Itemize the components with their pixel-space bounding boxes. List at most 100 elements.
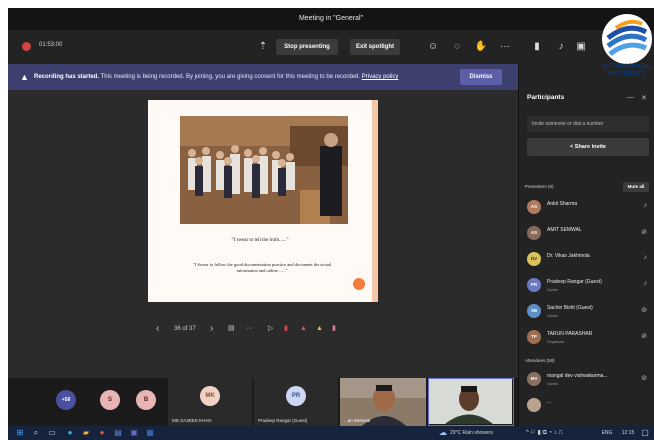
- participant-role: Guest: [547, 313, 558, 318]
- participant-avatar: TP: [527, 330, 541, 344]
- participant-row[interactable]: PR Pradeep Rangar (Guest) Guest ♪: [525, 276, 649, 298]
- windows-start-icon[interactable]: ⊞: [14, 428, 26, 438]
- participant-avatar: SB: [527, 304, 541, 318]
- pen-red-icon[interactable]: ▮: [284, 322, 288, 336]
- warning-icon: ▲: [20, 72, 29, 82]
- pin-icon[interactable]: ⇡: [256, 40, 270, 54]
- weather-text[interactable]: 29°C Rain showers: [450, 428, 524, 438]
- participant-tile[interactable]: MK MD SAJEED KHAN: [168, 378, 252, 426]
- presenters-section-label[interactable]: Presenters (6): [525, 184, 554, 189]
- participant-row[interactable]: MV mangal dev vishwakarma... Guest ⊘: [525, 370, 649, 392]
- store-icon[interactable]: ▤: [112, 428, 124, 438]
- participant-role: Organizer: [547, 339, 565, 344]
- mic-muted-icon: ⊘: [641, 375, 647, 382]
- participant-row[interactable]: TP TARUN PARASHAR Organizer ⊘: [525, 328, 649, 350]
- recording-indicator-icon: [22, 42, 31, 51]
- slide-decoration-dot: [353, 278, 365, 290]
- participant-video-speaking[interactable]: [428, 378, 514, 426]
- previous-slide-button[interactable]: ‹: [156, 322, 159, 336]
- eraser-icon[interactable]: ▮: [332, 322, 336, 336]
- participant-row[interactable]: AS Ankit Sharma ♪: [525, 198, 649, 220]
- slide-grid-icon[interactable]: ▤: [228, 322, 235, 336]
- highlighter-icon[interactable]: ▲: [316, 322, 323, 336]
- participant-initials-avatar: PR: [286, 386, 306, 406]
- participants-icon[interactable]: ☺: [426, 40, 440, 54]
- participant-tile[interactable]: PR Pradeep Rangar (Guest): [254, 378, 338, 426]
- participant-video[interactable]: ...an Semwal: [340, 378, 426, 426]
- pointer-icon[interactable]: ▷: [268, 322, 273, 336]
- raise-hand-icon[interactable]: ✋: [474, 40, 488, 54]
- privacy-policy-link[interactable]: Privacy policy: [362, 74, 399, 80]
- university-logo: UTTARANCHAL UNIVERSITY: [598, 14, 654, 84]
- participant-initials-avatar: MK: [200, 386, 220, 406]
- participant-row[interactable]: SB Sachin Bisht (Guest) Guest ⊘: [525, 302, 649, 324]
- window-title: Meeting in "General": [8, 8, 654, 30]
- task-view-icon[interactable]: ▭: [46, 428, 58, 438]
- chat-icon[interactable]: ◌: [450, 40, 464, 54]
- microphone-icon[interactable]: ♪: [554, 40, 568, 54]
- more-participants-badge[interactable]: +58: [56, 390, 76, 410]
- search-icon[interactable]: ⌕: [30, 428, 42, 438]
- clock[interactable]: 12:15: [618, 428, 638, 438]
- language-indicator[interactable]: ENG: [598, 428, 616, 438]
- microphone-icon: ♪: [643, 202, 648, 209]
- notification-icon[interactable]: ▢: [640, 428, 650, 438]
- microphone-icon: ♪: [643, 280, 648, 287]
- slide-page-indicator: 36 of 37: [174, 326, 196, 332]
- microphone-icon: ♪: [643, 254, 648, 261]
- teams-icon[interactable]: ▣: [128, 428, 140, 438]
- banner-message: Recording has started. This meeting is b…: [34, 64, 398, 90]
- logo-text: UTTARANCHAL UNIVERSITY: [603, 64, 651, 77]
- participant-avatar: MV: [527, 372, 541, 386]
- meeting-timer: 01:53:00: [39, 42, 63, 48]
- participant-avatar[interactable]: S: [100, 390, 120, 410]
- system-tray-icons[interactable]: ^ ⚐ ▮ ⧉ ◔ ♪ ⎍: [526, 428, 596, 438]
- slide-more-icon[interactable]: ···: [246, 322, 253, 336]
- exit-spotlight-button[interactable]: Exit spotlight: [350, 39, 400, 55]
- participant-avatar: PR: [527, 278, 541, 292]
- more-actions-icon[interactable]: ···: [498, 40, 512, 54]
- attendees-section-label[interactable]: Attendees (58): [525, 358, 555, 363]
- dismiss-button[interactable]: Dismiss: [460, 69, 502, 85]
- participant-row[interactable]: AS AMIT SEMWAL ⊘: [525, 224, 649, 246]
- pen-pink-icon[interactable]: ▲: [300, 322, 307, 336]
- share-icon: <: [570, 144, 574, 150]
- chrome-icon[interactable]: ●: [96, 428, 108, 438]
- participant-avatar: AS: [527, 200, 541, 214]
- panel-close-icon[interactable]: ✕: [641, 94, 647, 102]
- participants-title: Participants: [527, 94, 565, 101]
- participant-name: ...an Semwal: [344, 418, 371, 423]
- edge-icon[interactable]: ●: [64, 428, 76, 438]
- participant-name: Pradeep Rangar (Guest): [547, 279, 602, 285]
- video-strip: +58 S B MK MD SAJEED KHAN PR Pradeep Ran…: [8, 378, 518, 426]
- mic-muted-icon: ⊘: [641, 229, 647, 236]
- participant-name: Sachin Bisht (Guest): [547, 305, 593, 311]
- participant-row[interactable]: ...: [525, 396, 649, 418]
- file-explorer-icon[interactable]: ▰: [80, 428, 92, 438]
- participant-avatar: [527, 398, 541, 412]
- next-slide-button[interactable]: ›: [210, 322, 213, 336]
- participants-panel: Participants — ✕ Invite someone or dial …: [518, 64, 654, 426]
- presentation-slide: "I swear to tell the truth......" "I Swe…: [148, 100, 378, 302]
- panel-minimize-icon[interactable]: —: [627, 94, 634, 101]
- mute-all-button[interactable]: Mute all: [623, 182, 649, 192]
- slide-quote-2: "I Swear to follow the good documentatio…: [192, 262, 332, 273]
- participant-name: ...: [547, 399, 552, 405]
- banner-title: Recording has started.: [34, 74, 100, 80]
- share-tray-icon[interactable]: ▣: [574, 40, 588, 54]
- participant-avatar: AS: [527, 226, 541, 240]
- participant-name: Pradeep Rangar (Guest): [258, 418, 308, 423]
- invite-input[interactable]: Invite someone or dial a number: [527, 116, 649, 132]
- mic-muted-icon: ⊘: [641, 307, 647, 314]
- logo-emblem: [602, 14, 652, 64]
- share-invite-button[interactable]: < Share invite: [527, 138, 649, 156]
- participant-name: AMIT SEMWAL: [547, 227, 582, 233]
- share-invite-label: Share invite: [574, 144, 606, 150]
- word-icon[interactable]: ▦: [144, 428, 156, 438]
- stop-presenting-button[interactable]: Stop presenting: [276, 39, 338, 55]
- participant-row[interactable]: DV Dr. Vikas Jakhmola ♪: [525, 250, 649, 272]
- meeting-toolbar: 01:53:00 ⇡ Stop presenting Exit spotligh…: [8, 30, 654, 64]
- participant-avatar[interactable]: B: [136, 390, 156, 410]
- teams-window: Meeting in "General" 01:53:00 ⇡ Stop pre…: [8, 8, 654, 440]
- camera-icon[interactable]: ▮: [530, 40, 544, 54]
